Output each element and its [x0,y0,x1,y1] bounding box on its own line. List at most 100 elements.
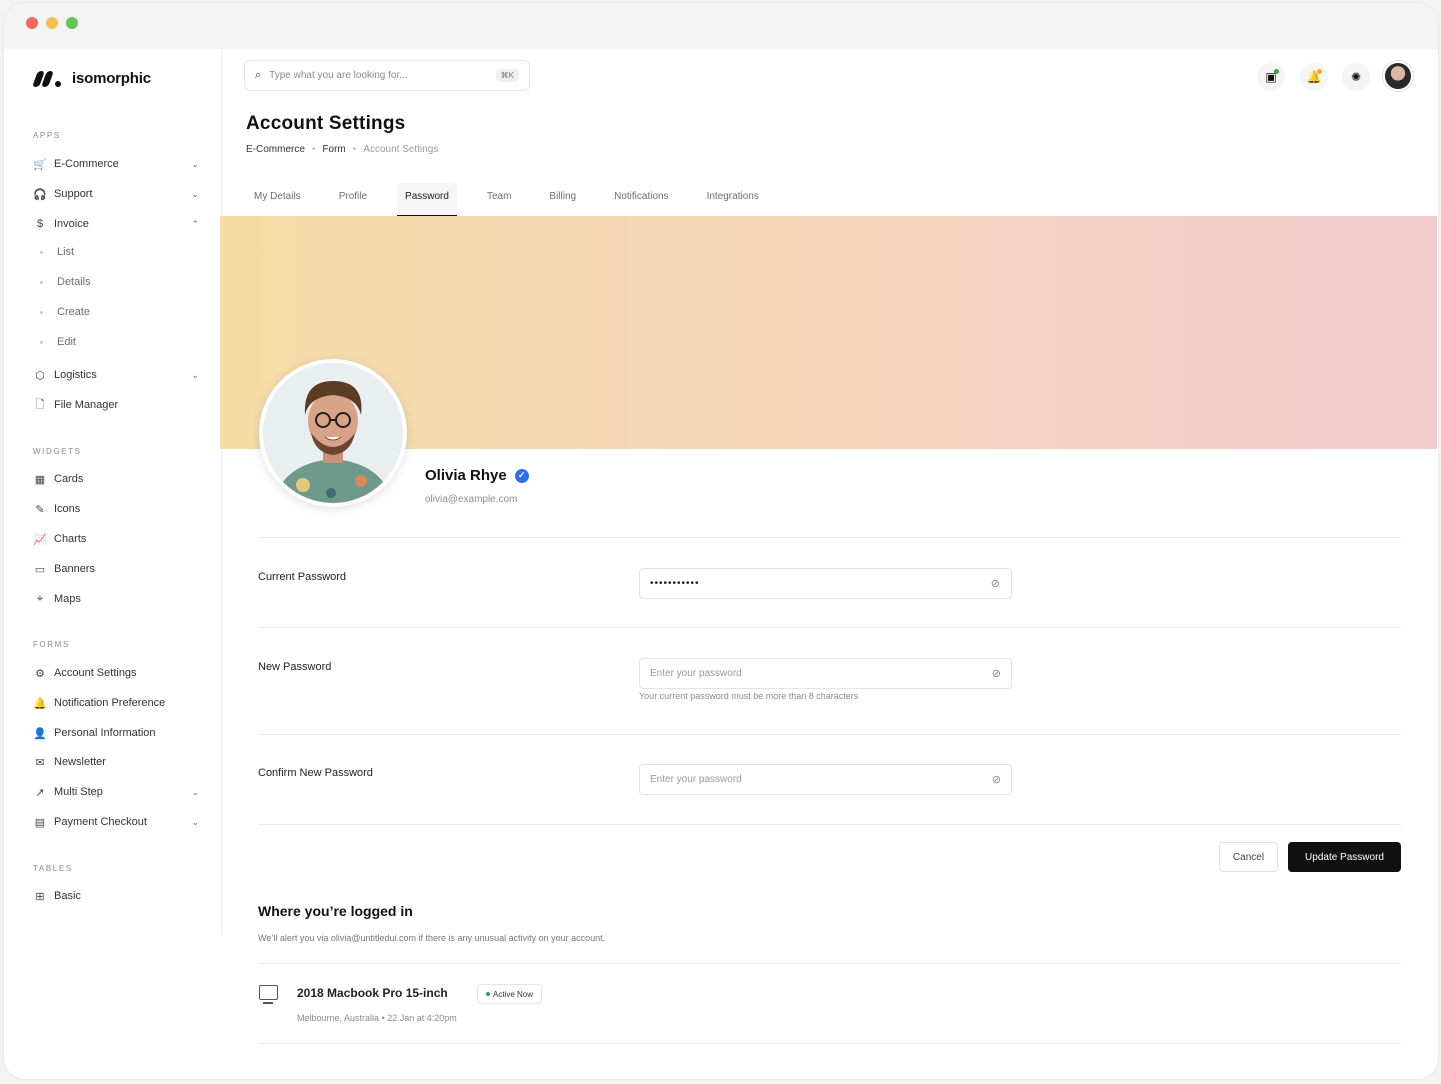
sidebar-item-ecommerce[interactable]: 🛒 E-Commerce ⌄ [33,154,199,174]
messages-button[interactable]: ▣ [1257,63,1285,91]
close-window-button[interactable] [26,17,38,29]
section-title-forms: FORMS [33,640,70,649]
app-window: isomorphic APPS 🛒 E-Commerce ⌄ 🎧 Support… [3,2,1439,1080]
bell-icon: 🔔 [33,697,47,710]
search-icon: ⌕ [255,69,262,81]
settings-button[interactable]: ✺ [1342,63,1370,91]
sidebar-item-label: Banners [54,563,95,575]
chevron-down-icon: ⌄ [191,786,199,797]
window-titlebar [4,3,1438,49]
tab-my-details[interactable]: My Details [246,183,309,217]
update-password-button[interactable]: Update Password [1288,842,1401,872]
breadcrumb-separator: • [311,144,316,155]
sidebar-item-label: Support [54,188,93,200]
sidebar-item-banners[interactable]: ▭ Banners [33,559,199,579]
eye-off-icon[interactable]: ⊘ [991,577,1001,590]
password-hint: Your current password must be more than … [639,691,859,701]
chart-icon: 📈 [33,533,47,546]
sidebar-item-charts[interactable]: 📈 Charts [33,529,199,549]
minimize-window-button[interactable] [46,17,58,29]
maximize-window-button[interactable] [66,17,78,29]
breadcrumb-item[interactable]: E-Commerce [246,144,305,155]
confirm-password-field[interactable]: Enter your password ⊘ [639,764,1012,795]
sidebar-item-maps[interactable]: ⌖ Maps [33,589,199,609]
section-title-apps: APPS [33,131,61,140]
profile-name: Olivia Rhye ✓ [425,467,529,484]
current-password-field[interactable]: ••••••••••• ⊘ [639,568,1012,599]
sidebar-item-account-settings[interactable]: ⚙ Account Settings [33,663,199,683]
sidebar-subitem-edit[interactable]: Edit [40,336,76,348]
sidebar-item-payment-checkout[interactable]: ▤ Payment Checkout ⌄ [33,812,199,832]
sidebar-item-label: E-Commerce [54,158,119,170]
user-cog-icon: ⚙ [35,667,45,680]
grid-icon: ▦ [34,473,46,486]
divider [258,627,1401,628]
map-pin-icon: ⌖ [36,592,44,605]
sidebar-item-label: Logistics [54,369,97,381]
status-dot [1317,69,1322,74]
user-icon: 👤 [33,727,47,740]
divider [258,537,1401,538]
sidebar-item-basic[interactable]: ⊞ Basic [33,886,199,906]
status-badge-label: Active Now [493,989,534,999]
sidebar-subitem-create[interactable]: Create [40,306,90,318]
section-title-tables: TABLES [33,864,73,873]
profile-portrait [263,363,403,503]
tab-password[interactable]: Password [397,183,457,217]
status-dot [1274,69,1279,74]
status-dot [486,992,490,996]
chevron-down-icon: ⌄ [191,188,199,199]
feather-icon: ✎ [35,503,45,516]
tab-profile[interactable]: Profile [331,183,375,217]
tab-billing[interactable]: Billing [541,183,584,217]
profile-photo[interactable] [259,359,407,507]
new-password-field[interactable]: Enter your password ⊘ [639,658,1012,689]
brand-name: isomorphic [72,69,151,87]
current-password-label: Current Password [258,571,347,583]
sidebar-subitem-details[interactable]: Details [40,276,91,288]
sidebar-item-notification-preference[interactable]: 🔔 Notification Preference [33,693,199,713]
user-avatar[interactable] [1383,61,1413,91]
sidebar-item-cards[interactable]: ▦ Cards [33,469,199,489]
sidebar-item-multi-step[interactable]: ↗ Multi Step ⌄ [33,782,199,802]
sidebar-item-label: Charts [54,533,87,545]
file-icon: 🗋 [35,398,45,411]
divider [258,824,1401,825]
search-bar[interactable]: ⌕ Type what you are looking for... ⌘K [244,60,530,91]
section-title-widgets: WIDGETS [33,447,82,456]
sidebar-item-invoice[interactable]: $ Invoice ⌃ [33,214,199,234]
eye-off-icon[interactable]: ⊘ [992,773,1001,786]
sidebar-item-label: Account Settings [54,667,137,679]
notifications-button[interactable]: 🔔 [1300,63,1328,91]
steps-icon: ↗ [35,786,45,799]
chevron-down-icon: ⌄ [191,369,199,380]
tab-integrations[interactable]: Integrations [699,183,767,217]
eye-off-icon[interactable]: ⊘ [992,667,1001,680]
page-title: Account Settings [246,113,406,134]
chevron-down-icon: ⌄ [191,816,199,827]
tab-team[interactable]: Team [479,183,519,217]
sidebar-item-label: Payment Checkout [54,816,147,828]
new-password-label: New Password [258,661,332,673]
profile-name-text: Olivia Rhye [425,467,507,484]
device-meta: Melbourne, Australia • 22 Jan at 4:20pm [297,1013,457,1023]
confirm-password-placeholder: Enter your password [650,774,742,785]
sidebar-item-newsletter[interactable]: ✉ Newsletter [33,752,199,772]
sidebar-subitem-list[interactable]: List [40,246,74,258]
brand-logo[interactable]: isomorphic [32,69,151,87]
search-input[interactable]: Type what you are looking for... [269,70,407,81]
gear-icon: ✺ [1350,70,1362,84]
headset-icon: 🎧 [33,188,47,201]
sidebar-item-file-manager[interactable]: 🗋 File Manager [33,395,199,415]
breadcrumb-item[interactable]: Form [322,144,345,155]
banner-icon: ▭ [34,563,46,576]
sidebar-item-icons[interactable]: ✎ Icons [33,499,199,519]
sidebar-item-logistics[interactable]: ⬡ Logistics ⌄ [33,365,199,385]
confirm-password-label: Confirm New Password [258,767,373,779]
sidebar-item-label: File Manager [54,399,119,411]
table-icon: ⊞ [35,890,45,903]
sidebar-item-support[interactable]: 🎧 Support ⌄ [33,184,199,204]
cancel-button[interactable]: Cancel [1219,842,1278,872]
tab-notifications[interactable]: Notifications [606,183,676,217]
sidebar-item-personal-information[interactable]: 👤 Personal Information [33,723,199,743]
